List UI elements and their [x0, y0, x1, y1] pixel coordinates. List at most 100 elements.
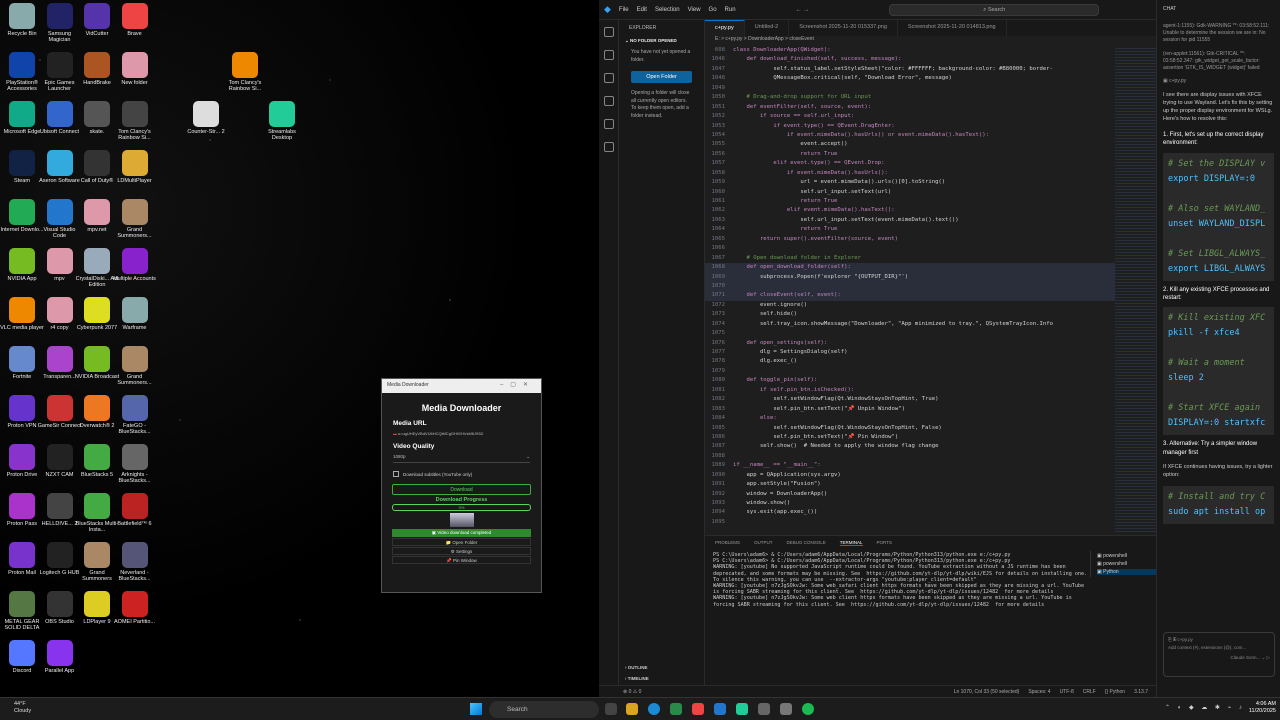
code-line[interactable]: 1057 elif event.type() == QEvent.Drop: — [705, 159, 1115, 168]
desktop-icon[interactable]: Streamlabs Desktop — [259, 101, 305, 142]
status-item[interactable]: CRLF — [1083, 689, 1096, 695]
terminal-instance[interactable]: ▣ powershell — [1097, 561, 1156, 567]
desktop-icon[interactable]: FateGO - BlueStacks... — [112, 395, 158, 436]
code-block-2[interactable]: # Kill existing XFC pkill -f xfce4 # Wait… — [1163, 307, 1274, 436]
spotify-icon[interactable] — [802, 703, 814, 715]
open-folder-button[interactable]: Open Folder — [631, 71, 692, 83]
menu-item[interactable]: View — [688, 7, 701, 13]
code-line[interactable]: 1049 — [705, 84, 1115, 93]
source-control-icon[interactable] — [603, 73, 614, 83]
code-line[interactable]: 1051 def eventFilter(self, source, event… — [705, 103, 1115, 112]
code-line[interactable]: 1088 — [705, 452, 1115, 461]
status-item[interactable]: Ln 1070, Col 33 (50 selected) — [954, 689, 1020, 695]
panel-tab[interactable]: OUTPUT — [754, 540, 773, 546]
terminal-instance[interactable]: ▣ powershell — [1097, 553, 1156, 559]
code-line[interactable]: 1054 if event.mimeData().hasUrls() or ev… — [705, 131, 1115, 140]
code-line[interactable]: 1079 — [705, 367, 1115, 376]
quality-select[interactable]: 1080p ⌄ — [393, 454, 530, 463]
desktop-icon[interactable]: Warframe — [112, 297, 158, 331]
status-item[interactable]: 3.13.7 — [1134, 689, 1148, 695]
code-line[interactable]: 1071 def closeEvent(self, event): — [705, 291, 1115, 301]
app-taskbar-icon[interactable] — [780, 703, 792, 715]
panel-tab[interactable]: TERMINAL — [839, 540, 863, 546]
breadcrumb[interactable]: E: > c+py.py > DownloaderApp > closeEven… — [705, 36, 1156, 46]
windows-start-icon[interactable] — [470, 703, 482, 715]
testing-icon[interactable] — [603, 142, 614, 152]
code-line[interactable]: 1075 — [705, 329, 1115, 338]
nav-arrows[interactable]: ← → — [796, 7, 810, 13]
weather-widget[interactable]: 44°F Cloudy — [14, 701, 31, 715]
panel-tab[interactable]: PROBLEMS — [715, 540, 740, 546]
code-line[interactable]: 1089 if __name__ == "__main__": — [705, 461, 1115, 470]
desktop-icon[interactable]: Counter-Str... 2 — [183, 101, 229, 135]
code-line[interactable]: 1095 — [705, 518, 1115, 527]
code-line[interactable]: 1082 self.setWindowFlag(Qt.WindowStaysOn… — [705, 395, 1115, 404]
download-button[interactable]: Download — [392, 484, 531, 495]
code-line[interactable]: 1084 else: — [705, 414, 1115, 423]
code-line[interactable]: 1063 self.url_input.setText(event.mimeDa… — [705, 216, 1115, 225]
clock[interactable]: 4:06 AM 11/20/2025 — [1236, 701, 1276, 715]
url-input[interactable]: ▬ s=ugUHEyVBdVU6HCQiMCgGHiGHVsM6J93D — [393, 431, 541, 436]
terminal-instance[interactable]: ▣ Python — [1097, 569, 1156, 575]
code-line[interactable]: 1086 self.pin_btn.setText("📌 Pin Window"… — [705, 433, 1115, 442]
desktop-icon[interactable]: Parallel App — [37, 640, 83, 674]
model-selector[interactable]: Claude Sonn... ⌄ ▷ — [1168, 655, 1270, 661]
code-line[interactable]: 1093 window.show() — [705, 499, 1115, 508]
code-line[interactable]: 1055 event.accept() — [705, 140, 1115, 149]
code-line[interactable]: 1080 def toggle_pin(self): — [705, 376, 1115, 385]
search-icon[interactable] — [603, 50, 614, 60]
code-line[interactable]: 1056 return True — [705, 150, 1115, 159]
code-line[interactable]: 1092 window = DownloaderApp() — [705, 490, 1115, 499]
code-line[interactable]: 1047 self.status_label.setStyleSheet("co… — [705, 65, 1115, 74]
code-line[interactable]: 1078 dlg.exec_() — [705, 357, 1115, 366]
status-item[interactable]: Spaces: 4 — [1028, 689, 1050, 695]
desktop-icon[interactable]: Grand Summoners... — [112, 199, 158, 240]
desktop-icon[interactable]: New folder — [112, 52, 158, 86]
desktop-icon[interactable]: Tom Clancy's Rainbow Si... — [222, 52, 268, 93]
timeline-section[interactable]: › TIMELINE — [625, 676, 649, 681]
media-downloader-taskbar-icon[interactable] — [758, 703, 770, 715]
desktop-icon[interactable]: LDMultiPlayer — [112, 150, 158, 184]
desktop-icon[interactable]: Grand Summoners... — [112, 346, 158, 387]
attach-icon[interactable]: ⎘ ▣ c+py.py — [1168, 637, 1270, 642]
code-line[interactable]: 1070 — [705, 281, 1115, 292]
task-view-icon[interactable] — [605, 703, 617, 715]
taskbar-search[interactable]: Search — [489, 701, 599, 718]
code-line[interactable]: 1072 event.ignore() — [705, 301, 1115, 310]
window-titlebar[interactable]: Media Downloader –▢✕ — [382, 379, 541, 393]
code-line[interactable]: 1060 self.url_input.setText(url) — [705, 188, 1115, 197]
code-line[interactable]: 1062 elif event.mimeData().hasText(): — [705, 206, 1115, 215]
settings-button[interactable]: ⚙ Settings — [392, 547, 531, 555]
problems-status[interactable]: ⊗ 0 ⚠ 0 — [623, 689, 641, 695]
code-line[interactable]: 1074 self.tray_icon.showMessage("Downloa… — [705, 320, 1115, 329]
streamlabs-icon[interactable] — [736, 703, 748, 715]
file-explorer-icon[interactable] — [626, 703, 638, 715]
window-controls[interactable]: –▢✕ — [500, 381, 535, 388]
code-editor[interactable]: 608 class DownloaderApp(QWidget): 1046 def… — [705, 46, 1115, 533]
chat-input[interactable]: ⎘ ▣ c+py.py Add context (#), extensions … — [1163, 632, 1275, 677]
no-folder-header[interactable]: ⌄ NO FOLDER OPENED — [619, 36, 704, 46]
code-line[interactable]: 1048 QMessageBox.critical(self, "Downloa… — [705, 74, 1115, 83]
code-line[interactable]: 1065 return super().eventFilter(source, … — [705, 235, 1115, 244]
desktop-icon[interactable]: Brave — [112, 3, 158, 37]
code-line[interactable]: 1069 subprocess.Popen(f'explorer "{OUTPU… — [705, 272, 1115, 282]
explorer-icon[interactable] — [603, 27, 614, 37]
menu-item[interactable]: File — [619, 7, 629, 13]
code-line[interactable]: 1052 if source == self.url_input: — [705, 112, 1115, 121]
code-line[interactable]: 1064 return True — [705, 225, 1115, 234]
menu-item[interactable]: Go — [709, 7, 717, 13]
status-item[interactable]: {} Python — [1105, 689, 1125, 695]
minimap[interactable] — [1115, 46, 1156, 533]
menu-item[interactable]: Selection — [655, 7, 680, 13]
code-block-3[interactable]: # Install and try C sudo apt install op — [1163, 486, 1274, 525]
extensions-icon[interactable] — [603, 119, 614, 129]
panel-tab[interactable]: DEBUG CONSOLE — [787, 540, 826, 546]
edge-icon[interactable] — [648, 703, 660, 715]
code-line[interactable]: 1091 app.setStyle("Fusion") — [705, 480, 1115, 489]
code-line[interactable]: 1083 self.pin_btn.setText("📌 Unpin Windo… — [705, 405, 1115, 414]
editor-tab[interactable]: c+py.py — [705, 20, 745, 36]
code-line[interactable]: 1068 def open_download_folder(self): — [705, 263, 1115, 273]
code-line[interactable]: 1050 # Drag-and-drop support for URL inp… — [705, 93, 1115, 102]
vscode-taskbar-icon[interactable] — [714, 703, 726, 715]
menu-item[interactable]: Edit — [637, 7, 647, 13]
